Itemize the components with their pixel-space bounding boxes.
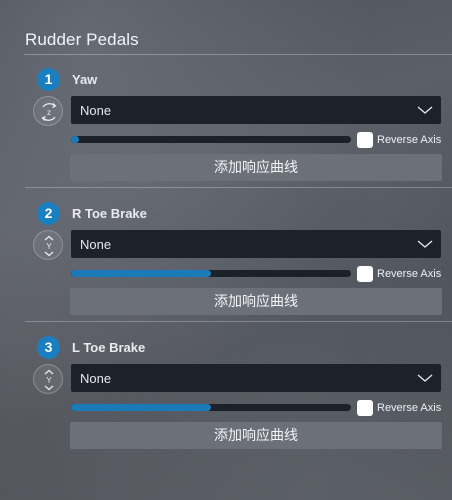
axis-name: L Toe Brake (72, 340, 146, 355)
reverse-axis-label: Reverse Axis (377, 402, 442, 414)
add-response-curve-button[interactable]: 添加响应曲线 (70, 288, 442, 315)
reverse-axis-checkbox[interactable] (357, 132, 373, 148)
reverse-axis-label: Reverse Axis (377, 268, 442, 280)
rudder-pedals-panel: Rudder Pedals 1 Yaw z None Reverse Axis … (0, 0, 452, 500)
section-divider (25, 321, 452, 322)
axis-number-badge: 3 (37, 336, 60, 359)
chevron-down-icon (417, 103, 433, 121)
add-response-curve-button[interactable]: 添加响应曲线 (70, 422, 442, 449)
chevron-down-icon (417, 371, 433, 389)
title-divider (24, 54, 452, 55)
binding-dropdown[interactable]: None (71, 96, 441, 124)
axis-section-l-toe-brake: 3 L Toe Brake Y None Reverse Axis 添加响应曲线 (0, 324, 452, 454)
add-response-curve-button[interactable]: 添加响应曲线 (70, 154, 442, 181)
reverse-axis-label: Reverse Axis (377, 134, 442, 146)
axis-level-bar (71, 270, 351, 277)
svg-text:z: z (47, 108, 51, 117)
axis-level-bar (71, 404, 351, 411)
section-divider (25, 187, 452, 188)
axis-level-bar (71, 136, 351, 143)
page-title: Rudder Pedals (25, 30, 139, 49)
axis-number-badge: 2 (37, 202, 60, 225)
svg-text:Y: Y (46, 376, 52, 385)
axis-level-fill (71, 270, 211, 277)
axis-level-fill (71, 404, 211, 411)
axis-y-icon: Y (33, 230, 63, 260)
axis-section-yaw: 1 Yaw z None Reverse Axis 添加响应曲线 (0, 56, 452, 186)
binding-value: None (80, 371, 112, 386)
axis-y-icon: Y (33, 364, 63, 394)
axis-level-fill (71, 136, 80, 143)
svg-text:Y: Y (46, 242, 52, 251)
axis-name: R Toe Brake (72, 206, 147, 221)
binding-value: None (80, 237, 112, 252)
reverse-axis-checkbox[interactable] (357, 266, 373, 282)
binding-dropdown[interactable]: None (71, 230, 441, 258)
rotate-z-icon: z (33, 96, 63, 126)
axis-number-badge: 1 (37, 68, 60, 91)
binding-dropdown[interactable]: None (71, 364, 441, 392)
binding-value: None (80, 103, 112, 118)
axis-section-r-toe-brake: 2 R Toe Brake Y None Reverse Axis 添加响应曲线 (0, 190, 452, 320)
axis-name: Yaw (72, 72, 98, 87)
chevron-down-icon (417, 237, 433, 255)
reverse-axis-checkbox[interactable] (357, 400, 373, 416)
